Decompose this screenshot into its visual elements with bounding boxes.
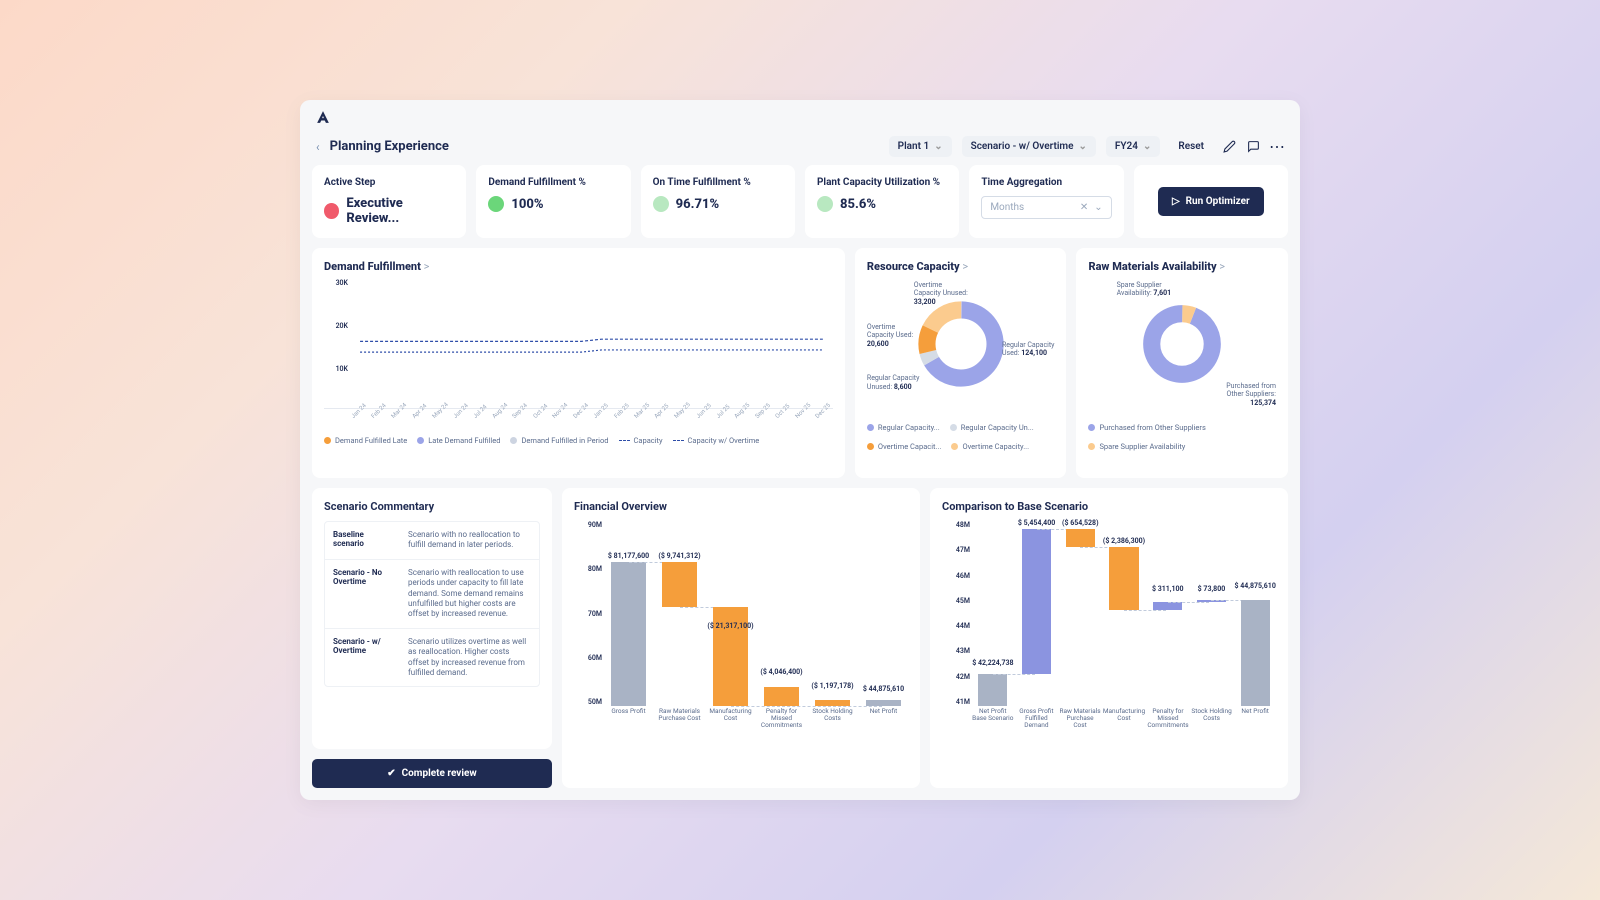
kpi-title: Active Step: [324, 177, 454, 188]
raw-donut: Spare SupplierAvailability: 7,601 Purcha…: [1088, 279, 1276, 409]
more-icon[interactable]: ⋯: [1270, 140, 1284, 154]
kpi-active-step: Active Step Executive Review...: [312, 165, 466, 238]
status-dot: [653, 196, 669, 212]
check-icon: ✔: [387, 768, 395, 779]
complete-review-button[interactable]: ✔Complete review: [312, 759, 552, 788]
status-dot: [488, 196, 504, 212]
clear-icon[interactable]: ✕: [1080, 202, 1088, 213]
kpi-capacity: Plant Capacity Utilization % 85.6%: [805, 165, 959, 238]
run-optimizer-button[interactable]: ▷Run Optimizer: [1158, 187, 1264, 216]
page-title: Planning Experience: [330, 139, 879, 154]
demand-bar-chart: 30K20K10K: [324, 279, 833, 409]
card-title: Scenario Commentary: [324, 500, 540, 513]
financial-overview-card: Financial Overview 90M80M70M60M50M $ 81,…: [562, 488, 920, 788]
kpi-demand: Demand Fulfillment % 100%: [476, 165, 630, 238]
scenario-select[interactable]: Scenario - w/ Overtime: [962, 136, 1096, 157]
card-title: Financial Overview: [574, 500, 908, 513]
kpi-ontime: On Time Fulfillment % 96.71%: [641, 165, 795, 238]
scenario-commentary-card: Scenario Commentary Baseline scenarioSce…: [312, 488, 552, 749]
comment-icon[interactable]: [1246, 140, 1260, 154]
optimizer-card: ▷Run Optimizer: [1134, 165, 1288, 238]
plant-select[interactable]: Plant 1: [889, 136, 952, 157]
card-title: Comparison to Base Scenario: [942, 500, 1276, 513]
time-aggregation: Time Aggregation Months✕⌄: [969, 165, 1123, 238]
chevron-down-icon: ⌄: [1094, 202, 1102, 213]
edit-icon[interactable]: [1222, 140, 1236, 154]
resource-donut: OvertimeCapacity Unused:33,200 OvertimeC…: [867, 279, 1055, 409]
card-title[interactable]: Demand Fulfillment: [324, 260, 833, 273]
demand-fulfillment-card: Demand Fulfillment 30K20K10K Jan 24Feb 2…: [312, 248, 845, 478]
comparison-card: Comparison to Base Scenario 48M47M46M45M…: [930, 488, 1288, 788]
logo: [316, 110, 330, 128]
play-icon: ▷: [1172, 196, 1180, 207]
raw-materials-card: Raw Materials Availability Spare Supplie…: [1076, 248, 1288, 478]
demand-legend: Demand Fulfilled LateLate Demand Fulfill…: [324, 436, 833, 445]
back-icon[interactable]: ‹: [316, 140, 320, 154]
page-header: ‹ Planning Experience Plant 1 Scenario -…: [300, 128, 1300, 165]
card-title[interactable]: Resource Capacity: [867, 260, 1055, 273]
fy-select[interactable]: FY24: [1106, 136, 1160, 157]
app-window: ‹ Planning Experience Plant 1 Scenario -…: [300, 100, 1300, 800]
status-dot: [817, 196, 833, 212]
card-title[interactable]: Raw Materials Availability: [1088, 260, 1276, 273]
kpi-value: Executive Review...: [346, 196, 454, 226]
commentary-table: Baseline scenarioScenario with no reallo…: [324, 521, 540, 687]
reset-button[interactable]: Reset: [1170, 136, 1212, 157]
status-dot: [324, 203, 339, 219]
time-aggregation-select[interactable]: Months✕⌄: [981, 196, 1111, 219]
resource-capacity-card: Resource Capacity OvertimeCapacity Unuse…: [855, 248, 1067, 478]
